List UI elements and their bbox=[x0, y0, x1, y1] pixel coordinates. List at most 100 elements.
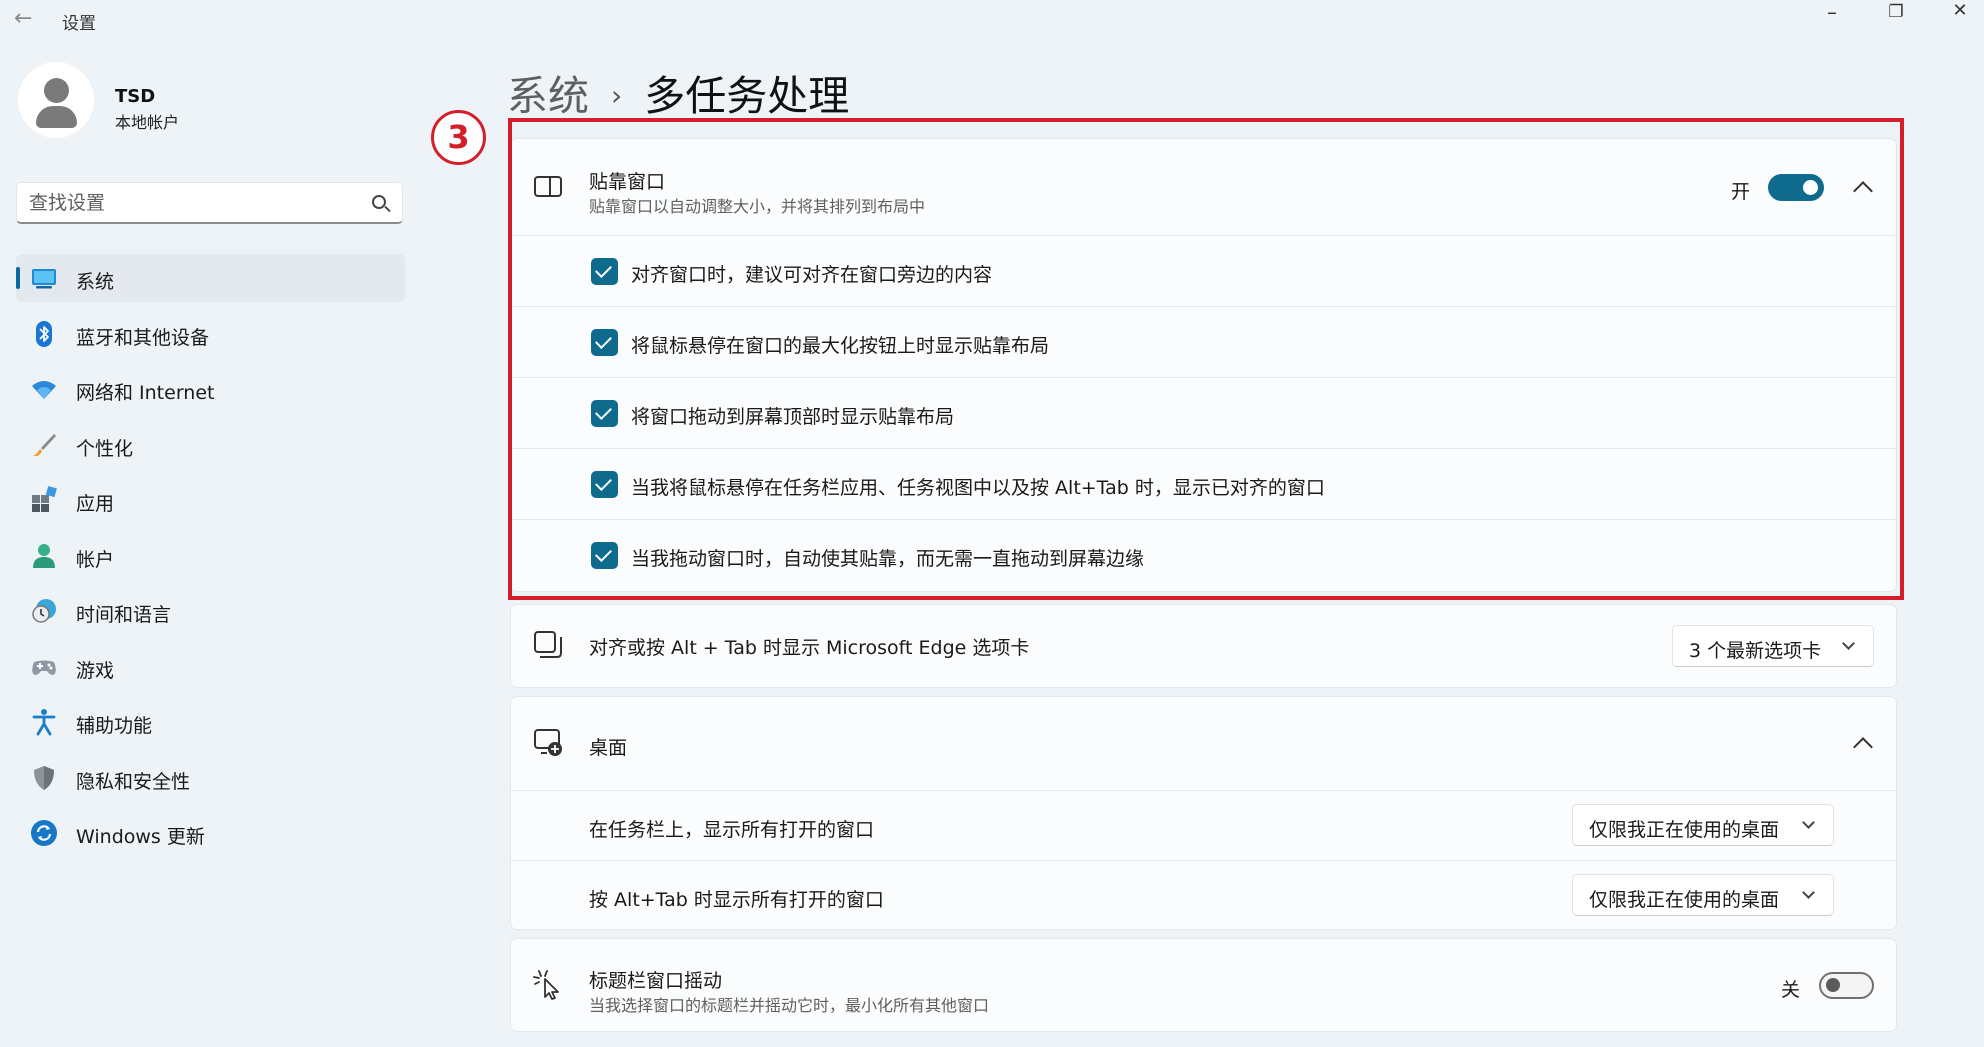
edge-tabs-row: 对齐或按 Alt + Tab 时显示 Microsoft Edge 选项卡 3 … bbox=[511, 605, 1896, 689]
search-input[interactable] bbox=[29, 190, 359, 216]
sidebar-item-apps[interactable]: 应用 bbox=[16, 476, 405, 524]
checkbox[interactable] bbox=[591, 471, 618, 498]
snap-windows-title: 贴靠窗口 bbox=[589, 171, 666, 193]
search-box[interactable] bbox=[16, 182, 403, 224]
sidebar-item-label: 隐私和安全性 bbox=[76, 770, 191, 793]
checkbox[interactable] bbox=[591, 400, 618, 427]
stacked-windows-icon bbox=[534, 631, 562, 658]
minimize-icon[interactable]: – bbox=[1812, 0, 1852, 24]
account-icon bbox=[33, 543, 55, 568]
chevron-down-icon bbox=[1802, 816, 1815, 829]
wifi-icon bbox=[32, 381, 56, 399]
gamepad-icon bbox=[32, 660, 56, 675]
dropdown-value: 仅限我正在使用的桌面 bbox=[1589, 889, 1780, 911]
title-bar-shake-title: 标题栏窗口摇动 bbox=[589, 970, 723, 992]
snap-toggle-state: 开 bbox=[1730, 181, 1750, 203]
shield-icon bbox=[34, 765, 54, 790]
breadcrumb-parent[interactable]: 系统 bbox=[507, 72, 589, 120]
desktop-add-icon bbox=[534, 729, 562, 756]
snap-option-row[interactable]: 对齐窗口时，建议可对齐在窗口旁边的内容 bbox=[511, 235, 1896, 306]
sidebar-item-label: 蓝牙和其他设备 bbox=[76, 326, 210, 349]
snap-option-row[interactable]: 当我拖动窗口时，自动使其贴靠，而无需一直拖动到屏幕边缘 bbox=[511, 519, 1896, 591]
snap-option-row[interactable]: 将鼠标悬停在窗口的最大化按钮上时显示贴靠布局 bbox=[511, 306, 1896, 377]
account-type: 本地帐户 bbox=[115, 113, 180, 132]
app-title: 设置 bbox=[62, 14, 96, 34]
sidebar-item-label: 应用 bbox=[76, 493, 115, 515]
bluetooth-icon bbox=[36, 320, 52, 347]
brush-icon bbox=[33, 433, 56, 456]
user-name: TSD bbox=[115, 86, 156, 107]
taskbar-windows-dropdown[interactable]: 仅限我正在使用的桌面 bbox=[1572, 804, 1834, 846]
desktops-taskbar-row: 在任务栏上，显示所有打开的窗口 仅限我正在使用的桌面 bbox=[511, 790, 1896, 860]
sidebar-item-network[interactable]: 网络和 Internet bbox=[16, 365, 405, 413]
sidebar-item-privacy[interactable]: 隐私和安全性 bbox=[16, 754, 405, 802]
checkbox[interactable] bbox=[591, 258, 618, 285]
snap-option-row[interactable]: 当我将鼠标悬停在任务栏应用、任务视图中以及按 Alt+Tab 时，显示已对齐的窗… bbox=[511, 448, 1896, 519]
sidebar-item-accounts[interactable]: 帐户 bbox=[16, 532, 405, 580]
sidebar-item-personalization[interactable]: 个性化 bbox=[16, 421, 405, 469]
title-bar: ← 设置 – ❐ ✕ bbox=[0, 0, 1984, 36]
page-title: 多任务处理 bbox=[644, 72, 850, 120]
desktops-alttab-row: 按 Alt+Tab 时显示所有打开的窗口 仅限我正在使用的桌面 bbox=[511, 860, 1896, 930]
edge-tabs-card: 对齐或按 Alt + Tab 时显示 Microsoft Edge 选项卡 3 … bbox=[510, 604, 1897, 688]
alttab-windows-dropdown[interactable]: 仅限我正在使用的桌面 bbox=[1572, 874, 1834, 916]
snap-windows-header[interactable]: 贴靠窗口 贴靠窗口以自动调整大小，并将其排列到布局中 开 bbox=[511, 139, 1896, 235]
checkbox-label: 将窗口拖动到屏幕顶部时显示贴靠布局 bbox=[631, 406, 955, 428]
desktops-card: 桌面 在任务栏上，显示所有打开的窗口 仅限我正在使用的桌面 按 Alt+Tab … bbox=[510, 696, 1897, 930]
checkbox-label: 对齐窗口时，建议可对齐在窗口旁边的内容 bbox=[631, 264, 993, 286]
breadcrumb-separator-icon: › bbox=[611, 79, 623, 112]
snap-window-icon bbox=[534, 176, 562, 197]
shake-toggle-state: 关 bbox=[1780, 979, 1800, 1001]
shake-cursor-icon bbox=[533, 970, 559, 1000]
chevron-down-icon bbox=[1802, 886, 1815, 899]
desktops-header[interactable]: 桌面 bbox=[511, 697, 1896, 790]
sidebar-item-bluetooth[interactable]: 蓝牙和其他设备 bbox=[16, 310, 405, 358]
dropdown-value: 3 个最新选项卡 bbox=[1689, 640, 1822, 662]
snap-windows-card: 贴靠窗口 贴靠窗口以自动调整大小，并将其排列到布局中 开 对齐窗口时，建议可对齐… bbox=[510, 138, 1897, 592]
edge-tabs-dropdown[interactable]: 3 个最新选项卡 bbox=[1672, 625, 1874, 667]
clock-globe-icon bbox=[32, 599, 56, 623]
title-bar-shake-row: 标题栏窗口摇动 当我选择窗口的标题栏并摇动它时，最小化所有其他窗口 关 bbox=[511, 939, 1896, 1033]
sidebar-item-label: 网络和 Internet bbox=[76, 382, 215, 404]
sidebar-item-label: Windows 更新 bbox=[76, 826, 205, 848]
checkbox-label: 当我将鼠标悬停在任务栏应用、任务视图中以及按 Alt+Tab 时，显示已对齐的窗… bbox=[631, 477, 1325, 499]
desktops-taskbar-label: 在任务栏上，显示所有打开的窗口 bbox=[589, 819, 875, 841]
chevron-up-icon[interactable] bbox=[1853, 737, 1873, 757]
system-icon bbox=[32, 269, 56, 289]
sidebar-item-time-language[interactable]: 时间和语言 bbox=[16, 587, 405, 635]
sidebar-item-label: 时间和语言 bbox=[76, 604, 172, 626]
title-bar-shake-card: 标题栏窗口摇动 当我选择窗口的标题栏并摇动它时，最小化所有其他窗口 关 bbox=[510, 938, 1897, 1032]
checkbox[interactable] bbox=[591, 329, 618, 356]
sidebar-item-windows-update[interactable]: Windows 更新 bbox=[16, 809, 405, 857]
apps-icon bbox=[32, 486, 57, 512]
restore-icon[interactable]: ❐ bbox=[1876, 2, 1916, 22]
snap-windows-description: 贴靠窗口以自动调整大小，并将其排列到布局中 bbox=[589, 197, 926, 216]
update-icon bbox=[31, 820, 57, 846]
dropdown-value: 仅限我正在使用的桌面 bbox=[1589, 819, 1780, 841]
title-bar-shake-toggle[interactable] bbox=[1819, 972, 1874, 999]
sidebar-item-label: 辅助功能 bbox=[76, 715, 153, 737]
sidebar-item-gaming[interactable]: 游戏 bbox=[16, 643, 405, 691]
sidebar-item-label: 系统 bbox=[76, 271, 115, 293]
checkbox-label: 当我拖动窗口时，自动使其贴靠，而无需一直拖动到屏幕边缘 bbox=[631, 548, 1145, 570]
checkbox[interactable] bbox=[591, 542, 618, 569]
sidebar-item-accessibility[interactable]: 辅助功能 bbox=[16, 698, 405, 746]
chevron-up-icon[interactable] bbox=[1853, 181, 1873, 201]
snap-option-row[interactable]: 将窗口拖动到屏幕顶部时显示贴靠布局 bbox=[511, 377, 1896, 448]
checkbox-label: 将鼠标悬停在窗口的最大化按钮上时显示贴靠布局 bbox=[631, 335, 1050, 357]
edge-tabs-title: 对齐或按 Alt + Tab 时显示 Microsoft Edge 选项卡 bbox=[589, 637, 1030, 659]
accessibility-icon bbox=[32, 709, 56, 736]
title-bar-shake-description: 当我选择窗口的标题栏并摇动它时，最小化所有其他窗口 bbox=[589, 996, 990, 1015]
step-number-badge: 3 bbox=[431, 110, 486, 165]
close-icon[interactable]: ✕ bbox=[1940, 0, 1980, 21]
chevron-down-icon bbox=[1842, 637, 1855, 650]
desktops-title: 桌面 bbox=[589, 737, 628, 759]
snap-windows-toggle[interactable] bbox=[1768, 174, 1824, 201]
search-icon[interactable] bbox=[372, 195, 386, 209]
sidebar-item-label: 游戏 bbox=[76, 659, 115, 682]
back-arrow-icon[interactable]: ← bbox=[14, 6, 32, 31]
desktops-alttab-label: 按 Alt+Tab 时显示所有打开的窗口 bbox=[589, 889, 884, 911]
breadcrumb: 系统 › 多任务处理 bbox=[507, 62, 849, 122]
sidebar-item-system[interactable]: 系统 bbox=[16, 254, 405, 302]
sidebar-nav: 系统 蓝牙和其他设备 网络和 Internet 个性化 应用 帐户 时间和语言 … bbox=[16, 254, 405, 865]
